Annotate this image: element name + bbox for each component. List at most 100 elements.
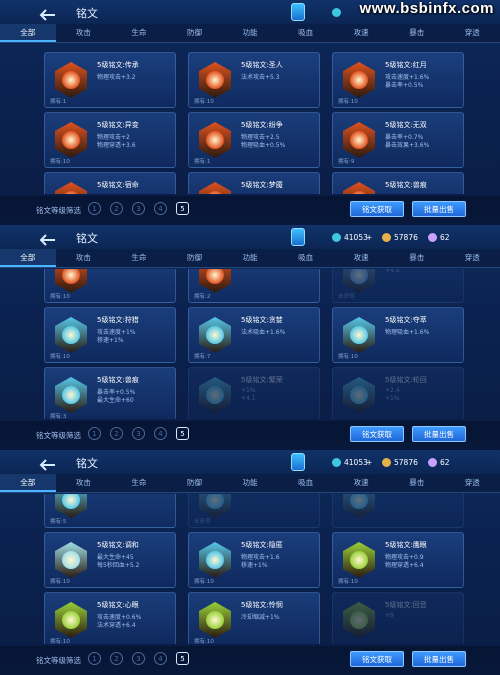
batch-sell-button[interactable]: 批量出售 bbox=[412, 201, 466, 217]
tab-1[interactable]: 攻击 bbox=[56, 249, 112, 267]
tab-3[interactable]: 防御 bbox=[167, 474, 223, 492]
inscription-card[interactable]: 5级铭文:梦魇 bbox=[188, 172, 320, 194]
tab-8[interactable]: 穿透 bbox=[445, 24, 500, 42]
tab-2[interactable]: 生命 bbox=[111, 474, 167, 492]
level-filter-1[interactable]: 1 bbox=[88, 427, 101, 440]
plus-icon[interactable]: + bbox=[366, 454, 372, 470]
owned-count: 拥有:10 bbox=[338, 579, 358, 585]
inscription-name: 5级铭文:宿命 bbox=[97, 181, 139, 189]
level-filter-1[interactable]: 1 bbox=[88, 202, 101, 215]
back-arrow-icon[interactable] bbox=[38, 456, 56, 471]
inscription-card[interactable]: 5级铭文:繁荣 +1% +4.1 bbox=[188, 367, 320, 419]
rank-badge-icon bbox=[291, 228, 305, 246]
tab-0[interactable]: 全部 bbox=[0, 249, 56, 267]
coin-icon bbox=[332, 457, 341, 467]
tab-5[interactable]: 吸血 bbox=[278, 474, 334, 492]
inscription-card[interactable]: 拥有:10 bbox=[44, 269, 176, 303]
hud-gems: 57876 bbox=[382, 229, 418, 245]
level-filter-3[interactable]: 3 bbox=[132, 652, 145, 665]
owned-count: 拥有:10 bbox=[50, 294, 70, 300]
inscription-card[interactable]: 5级铭文:贪婪 法术吸血+1.6% 拥有:7 bbox=[188, 307, 320, 363]
owned-count: 拥有:1 bbox=[50, 99, 67, 105]
level-filter-2[interactable]: 2 bbox=[110, 652, 123, 665]
inscription-card[interactable]: 5级铭文:圣人 法术攻击+5.3 拥有:10 bbox=[188, 52, 320, 108]
level-filter-5[interactable]: 5 bbox=[176, 652, 189, 665]
inscription-card[interactable]: 5级铭文:宿命 bbox=[44, 172, 176, 194]
back-arrow-icon[interactable] bbox=[38, 231, 56, 246]
level-filter-2[interactable]: 2 bbox=[110, 202, 123, 215]
gem-icon bbox=[382, 232, 391, 242]
level-filter-4[interactable]: 4 bbox=[154, 202, 167, 215]
inscription-card[interactable]: 未获得 bbox=[188, 494, 320, 528]
inscription-get-button[interactable]: 铭文获取 bbox=[350, 426, 404, 442]
inscription-name: 5级铭文:狩猎 bbox=[97, 316, 139, 324]
tab-8[interactable]: 穿透 bbox=[445, 249, 500, 267]
tab-5[interactable]: 吸血 bbox=[278, 24, 334, 42]
tab-8[interactable]: 穿透 bbox=[445, 474, 500, 492]
inscription-gem-icon bbox=[199, 269, 231, 293]
batch-sell-button[interactable]: 批量出售 bbox=[412, 426, 466, 442]
tab-7[interactable]: 暴击 bbox=[389, 249, 445, 267]
inscription-card[interactable]: +4.5 未获得 bbox=[332, 269, 464, 303]
tab-6[interactable]: 攻速 bbox=[333, 249, 389, 267]
inscription-card[interactable]: 5级铭文:调和 最大生命+45 每5秒回血+5.2 拥有:10 bbox=[44, 532, 176, 588]
tab-6[interactable]: 攻速 bbox=[333, 24, 389, 42]
coin-icon bbox=[332, 232, 341, 242]
category-tabs: 全部 攻击 生命 防御 功能 吸血 攻速 暴击 穿透 bbox=[0, 24, 500, 43]
inscription-gem-icon bbox=[343, 62, 375, 98]
rank-badge-icon bbox=[291, 453, 305, 471]
tab-3[interactable]: 防御 bbox=[167, 249, 223, 267]
back-arrow-icon[interactable] bbox=[38, 6, 56, 21]
tab-6[interactable]: 攻速 bbox=[333, 474, 389, 492]
inscription-card[interactable] bbox=[332, 494, 464, 528]
tab-0[interactable]: 全部 bbox=[0, 24, 56, 42]
inscription-gem-icon bbox=[55, 62, 87, 98]
inscription-card[interactable]: 5级铭文:异变 物理攻击+2 物理穿透+3.6 拥有:10 bbox=[44, 112, 176, 168]
hud-coins: 41053 bbox=[332, 229, 368, 245]
inscription-card[interactable]: 5级铭文:兽痕 暴击率+0.5% 最大生命+60 拥有:3 bbox=[44, 367, 176, 419]
tab-2[interactable]: 生命 bbox=[111, 249, 167, 267]
level-filter-4[interactable]: 4 bbox=[154, 652, 167, 665]
inscription-card[interactable]: 5级铭文:无双 暴击率+0.7% 暴击效果+3.6% 拥有:9 bbox=[332, 112, 464, 168]
tab-1[interactable]: 攻击 bbox=[56, 24, 112, 42]
inscription-card[interactable]: 5级铭文:回音 +9 bbox=[332, 592, 464, 644]
level-filter-4[interactable]: 4 bbox=[154, 427, 167, 440]
inscription-get-button[interactable]: 铭文获取 bbox=[350, 651, 404, 667]
tab-1[interactable]: 攻击 bbox=[56, 474, 112, 492]
tab-7[interactable]: 暴击 bbox=[389, 24, 445, 42]
tab-4[interactable]: 功能 bbox=[222, 249, 278, 267]
tab-2[interactable]: 生命 bbox=[111, 24, 167, 42]
tab-4[interactable]: 功能 bbox=[222, 24, 278, 42]
inscription-card[interactable]: 拥有:2 bbox=[188, 269, 320, 303]
inscription-card[interactable]: 5级铭文:轮回 +2.4 +1% bbox=[332, 367, 464, 419]
level-filter-5[interactable]: 5 bbox=[176, 202, 189, 215]
inscription-card[interactable]: 5级铭文:传承 物理攻击+3.2 拥有:1 bbox=[44, 52, 176, 108]
tab-7[interactable]: 暴击 bbox=[389, 474, 445, 492]
plus-icon[interactable]: + bbox=[366, 229, 372, 245]
tab-0[interactable]: 全部 bbox=[0, 474, 56, 492]
inscription-get-button[interactable]: 铭文获取 bbox=[350, 201, 404, 217]
tab-5[interactable]: 吸血 bbox=[278, 249, 334, 267]
inscription-card[interactable]: 5级铭文:狩猎 攻击速度+1% 移速+1% 拥有:10 bbox=[44, 307, 176, 363]
inscription-card[interactable]: 5级铭文:鹰眼 物理攻击+0.9 物理穿透+6.4 拥有:10 bbox=[332, 532, 464, 588]
inscription-card[interactable]: 5级铭文:夺萃 物理吸血+1.6% 拥有:10 bbox=[332, 307, 464, 363]
batch-sell-button[interactable]: 批量出售 bbox=[412, 651, 466, 667]
inscription-card[interactable]: 拥有:5 bbox=[44, 494, 176, 528]
inscription-card[interactable]: 5级铭文:兽痕 bbox=[332, 172, 464, 194]
level-filter-3[interactable]: 3 bbox=[132, 427, 145, 440]
inscription-gem-icon bbox=[55, 377, 87, 413]
inscription-card[interactable]: 5级铭文:隐匿 物理攻击+1.6 移速+1% 拥有:10 bbox=[188, 532, 320, 588]
level-filter-2[interactable]: 2 bbox=[110, 427, 123, 440]
level-filter-5[interactable]: 5 bbox=[176, 427, 189, 440]
bottom-bar: 铭文等级筛选 1 2 3 4 5 铭文获取 批量出售 bbox=[0, 421, 500, 450]
inscription-card[interactable]: 5级铭文:怜悯 冷却缩减+1% 拥有:10 bbox=[188, 592, 320, 644]
inscription-card[interactable]: 5级铭文:红月 攻击速度+1.6% 暴击率+0.5% 拥有:10 bbox=[332, 52, 464, 108]
tab-4[interactable]: 功能 bbox=[222, 474, 278, 492]
level-filter-1[interactable]: 1 bbox=[88, 652, 101, 665]
level-filter-3[interactable]: 3 bbox=[132, 202, 145, 215]
gem-core bbox=[206, 269, 224, 284]
inscription-card[interactable]: 5级铭文:心眼 攻击速度+0.6% 法术穿透+6.4 拥有:10 bbox=[44, 592, 176, 644]
inscription-card[interactable]: 5级铭文:纷争 物理攻击+2.5 物理吸血+0.5% 拥有:1 bbox=[188, 112, 320, 168]
gem-core bbox=[62, 269, 80, 284]
tab-3[interactable]: 防御 bbox=[167, 24, 223, 42]
